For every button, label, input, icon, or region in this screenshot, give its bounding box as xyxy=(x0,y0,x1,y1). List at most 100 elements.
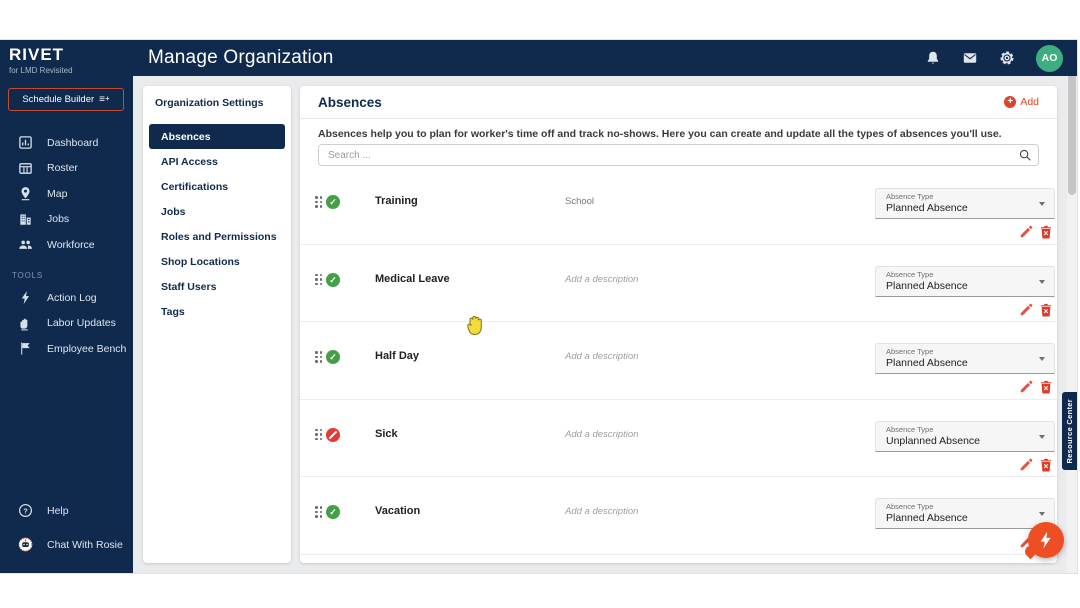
labor-updates-icon xyxy=(18,316,33,331)
add-plus-icon: + xyxy=(1004,96,1016,108)
row-actions xyxy=(1019,380,1053,394)
absence-name[interactable]: Training xyxy=(375,195,418,207)
absence-name[interactable]: Half Day xyxy=(375,350,419,362)
playlist-add-icon: ≡+ xyxy=(99,94,110,105)
sidebar-item-labor-updates[interactable]: Labor Updates xyxy=(0,311,133,337)
absence-description-field[interactable]: Add a description xyxy=(565,274,638,285)
chevron-down-icon xyxy=(1039,202,1045,206)
quick-actions-fab[interactable] xyxy=(1028,522,1064,558)
absence-type-label: Absence Type xyxy=(886,425,933,434)
settings-panel-title: Organization Settings xyxy=(143,97,291,109)
settings-item-roles-and-permissions[interactable]: Roles and Permissions xyxy=(149,224,285,249)
schedule-builder-label: Schedule Builder xyxy=(22,94,94,105)
resource-center-tab[interactable]: Resource Center xyxy=(1062,392,1077,470)
sidebar-tools-nav: Action Log Labor Updates Employee Bench xyxy=(0,285,133,362)
edit-pencil-icon[interactable] xyxy=(1019,380,1033,394)
absence-description-field[interactable]: Add a description xyxy=(565,429,638,440)
absences-description: Absences help you to plan for worker's t… xyxy=(318,128,1039,140)
organization-settings-panel: Organization Settings Absences API Acces… xyxy=(143,86,291,563)
roster-icon xyxy=(18,161,33,176)
sidebar-item-label: Help xyxy=(47,505,69,517)
settings-item-certifications[interactable]: Certifications xyxy=(149,174,285,199)
tools-section-label: TOOLS xyxy=(12,271,43,280)
absence-name[interactable]: Vacation xyxy=(375,505,420,517)
bell-icon[interactable] xyxy=(925,50,941,66)
scrollbar-thumb[interactable] xyxy=(1068,70,1076,195)
workforce-people-icon xyxy=(18,237,33,252)
check-circle-icon xyxy=(326,505,340,519)
sidebar-item-label: Workforce xyxy=(47,239,95,251)
mail-icon[interactable] xyxy=(962,50,978,66)
row-actions xyxy=(1019,303,1053,317)
sidebar-item-label: Dashboard xyxy=(47,137,98,149)
sidebar-item-label: Roster xyxy=(47,162,78,174)
absence-description-field[interactable]: Add a description xyxy=(565,506,638,517)
dashboard-icon xyxy=(18,135,33,150)
sidebar-item-employee-bench[interactable]: Employee Bench xyxy=(0,336,133,362)
absence-type-value: Planned Absence xyxy=(886,280,968,292)
sidebar-item-map[interactable]: Map xyxy=(0,181,133,207)
settings-item-tags[interactable]: Tags xyxy=(149,299,285,324)
topbar-actions: AO xyxy=(925,40,1063,76)
edit-pencil-icon[interactable] xyxy=(1019,458,1033,472)
absence-name[interactable]: Sick xyxy=(375,428,398,440)
sidebar-item-label: Employee Bench xyxy=(47,343,126,355)
absence-type-select[interactable]: Absence Type Planned Absence xyxy=(875,343,1055,374)
jobs-building-icon xyxy=(18,212,33,227)
absences-panel: Absences + Add Absences help you to plan… xyxy=(300,86,1057,563)
absence-type-select[interactable]: Absence Type Planned Absence xyxy=(875,188,1055,219)
absence-rows: Training School Absence Type Planned Abs… xyxy=(300,167,1057,563)
avatar[interactable]: AO xyxy=(1036,45,1063,72)
chevron-down-icon xyxy=(1039,512,1045,516)
edit-pencil-icon[interactable] xyxy=(1019,225,1033,239)
settings-list: Absences API Access Certifications Jobs … xyxy=(143,124,291,324)
drag-handle-icon[interactable] xyxy=(315,196,322,208)
flag-icon xyxy=(18,341,33,356)
absence-type-select[interactable]: Absence Type Planned Absence xyxy=(875,266,1055,297)
sidebar-item-help[interactable]: ? Help xyxy=(0,498,133,524)
sidebar-item-action-log[interactable]: Action Log xyxy=(0,285,133,311)
absence-name[interactable]: Medical Leave xyxy=(375,273,450,285)
search-input[interactable] xyxy=(318,144,1039,166)
drag-handle-icon[interactable] xyxy=(315,351,322,363)
drag-handle-icon[interactable] xyxy=(315,506,322,518)
app-window: Manage Organization AO RIVET for LMD Rev… xyxy=(0,40,1077,573)
settings-item-shop-locations[interactable]: Shop Locations xyxy=(149,249,285,274)
absences-title: Absences xyxy=(318,95,382,110)
sidebar-item-workforce[interactable]: Workforce xyxy=(0,232,133,258)
absence-type-select[interactable]: Absence Type Planned Absence xyxy=(875,498,1055,529)
drag-handle-icon[interactable] xyxy=(315,429,322,441)
sidebar-item-label: Chat With Rosie xyxy=(47,539,123,551)
absences-header: Absences + Add xyxy=(318,86,1039,118)
chevron-down-icon xyxy=(1039,357,1045,361)
sidebar-item-dashboard[interactable]: Dashboard xyxy=(0,130,133,156)
gear-icon[interactable] xyxy=(999,50,1015,66)
edit-pencil-icon[interactable] xyxy=(1019,303,1033,317)
search-bar xyxy=(318,144,1039,166)
absence-row-half-day: Half Day Add a description Absence Type … xyxy=(300,322,1057,400)
settings-item-api-access[interactable]: API Access xyxy=(149,149,285,174)
chevron-down-icon xyxy=(1039,435,1045,439)
settings-item-jobs[interactable]: Jobs xyxy=(149,199,285,224)
schedule-builder-button[interactable]: Schedule Builder ≡+ xyxy=(8,88,124,111)
delete-trash-icon[interactable] xyxy=(1039,303,1053,317)
search-icon xyxy=(1018,148,1032,162)
add-absence-button[interactable]: + Add xyxy=(1004,96,1039,108)
settings-item-staff-users[interactable]: Staff Users xyxy=(149,274,285,299)
check-circle-icon xyxy=(326,273,340,287)
delete-trash-icon[interactable] xyxy=(1039,458,1053,472)
sidebar-item-chat-with-rosie[interactable]: Chat With Rosie xyxy=(0,532,133,558)
drag-handle-icon[interactable] xyxy=(315,274,322,286)
absence-description-field[interactable]: Add a description xyxy=(565,351,638,362)
map-pin-icon xyxy=(18,186,33,201)
absence-description-field[interactable]: School xyxy=(565,196,594,207)
delete-trash-icon[interactable] xyxy=(1039,380,1053,394)
delete-trash-icon[interactable] xyxy=(1039,225,1053,239)
scrollbar-track[interactable] xyxy=(1067,40,1077,573)
absence-type-select[interactable]: Absence Type Unplanned Absence xyxy=(875,421,1055,452)
settings-item-absences[interactable]: Absences xyxy=(149,124,285,149)
lightning-bolt-icon xyxy=(18,290,33,305)
sidebar-item-roster[interactable]: Roster xyxy=(0,156,133,182)
chevron-down-icon xyxy=(1039,280,1045,284)
sidebar-item-jobs[interactable]: Jobs xyxy=(0,207,133,233)
